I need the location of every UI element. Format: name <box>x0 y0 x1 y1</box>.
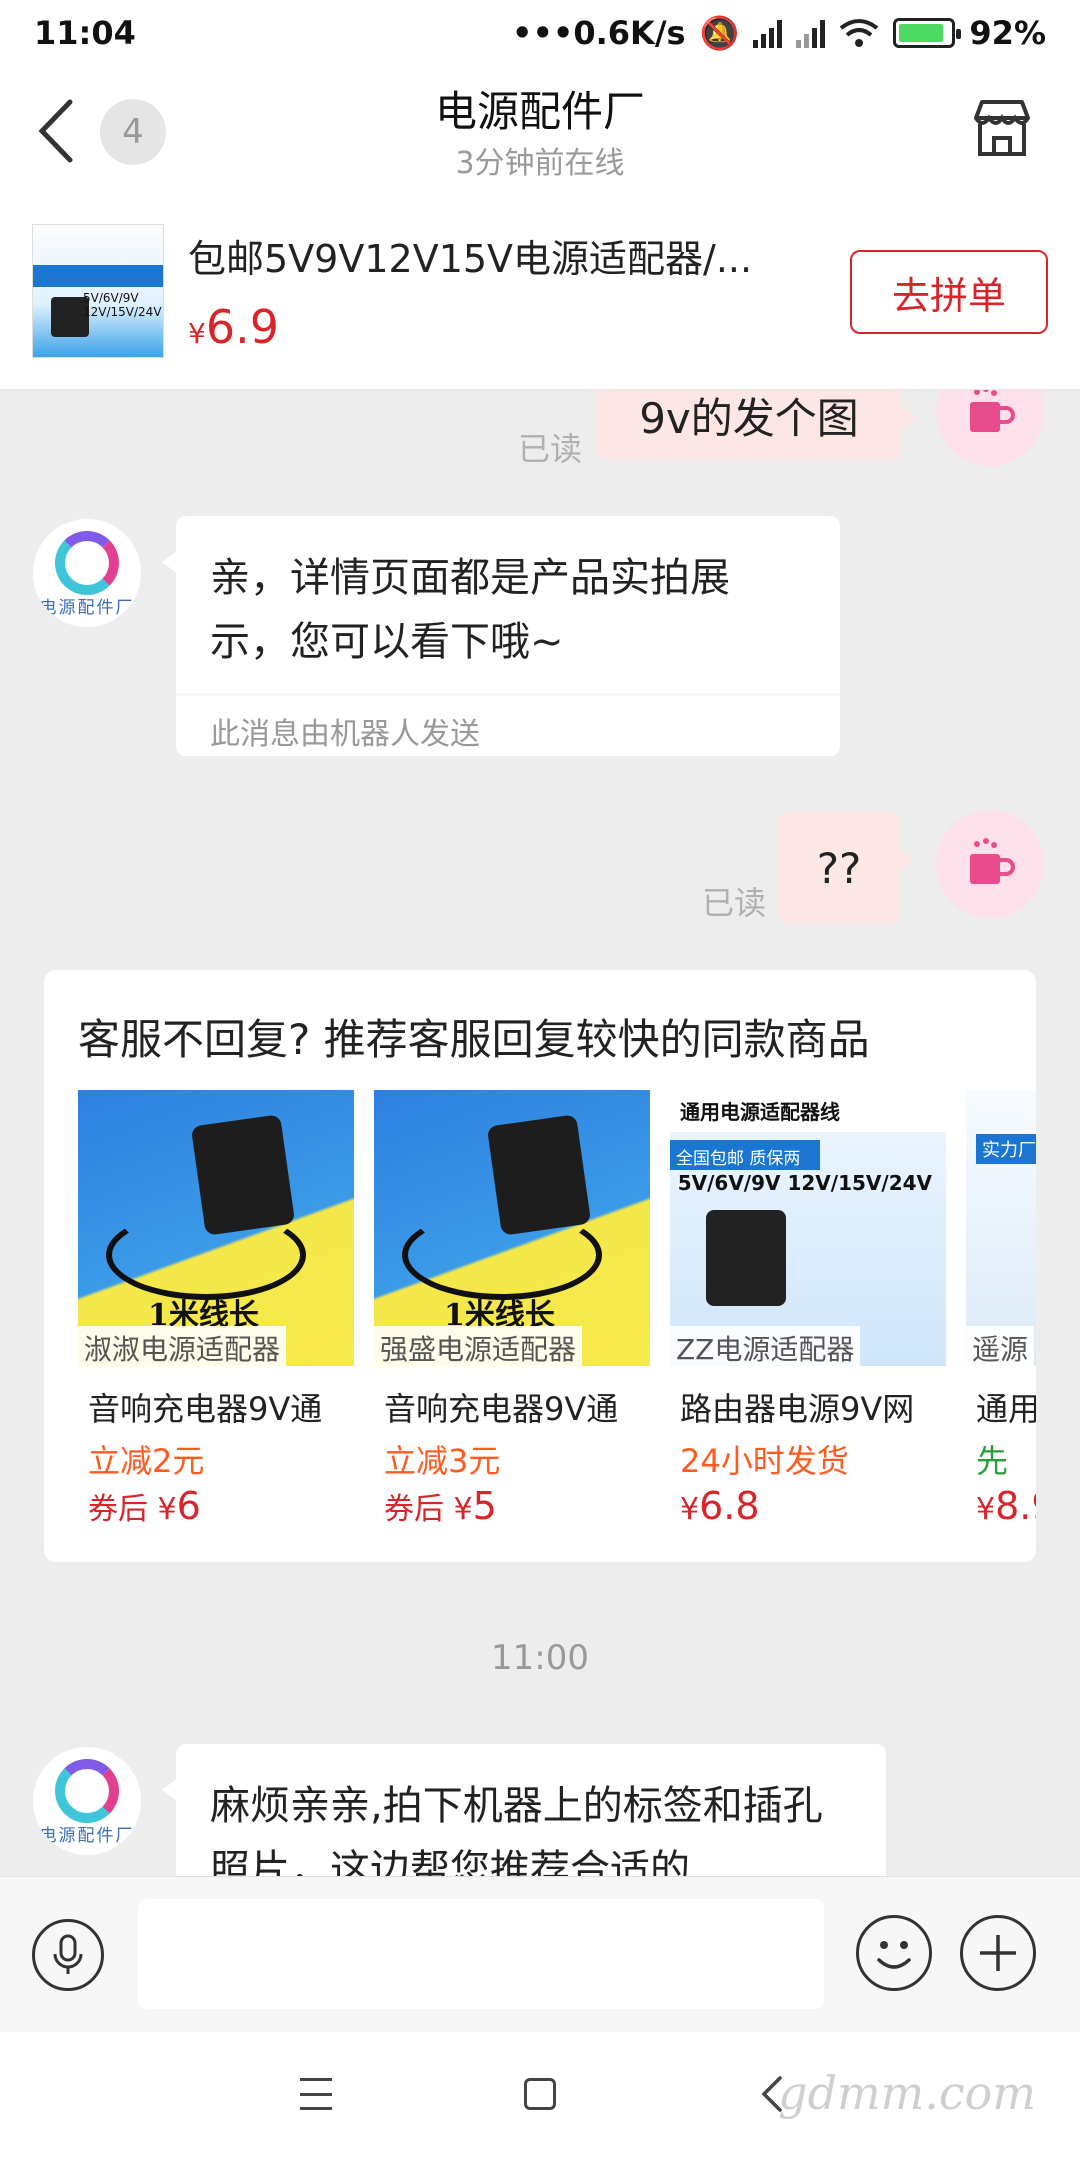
more-button[interactable] <box>960 1915 1036 1991</box>
network-speed: •••0.6K/s <box>511 14 686 52</box>
promo-label: 立减3元 <box>384 1442 501 1480</box>
my-message-bubble[interactable]: 9v的发个图 <box>596 390 916 460</box>
message-timestamp: 11:00 <box>491 1638 589 1678</box>
microphone-icon <box>53 1934 83 1974</box>
message-input[interactable] <box>138 1899 824 2009</box>
store-name: 强盛电源适配器 <box>374 1326 583 1366</box>
signal-icon-2 <box>796 18 826 48</box>
store-name: 遥源 <box>966 1326 1035 1366</box>
battery-icon <box>893 18 962 48</box>
promo-label: 先 <box>976 1442 1009 1480</box>
product-name: 音响充电器9V通 <box>88 1390 323 1428</box>
chat-header: 4 电源配件厂 3分钟前在线 <box>0 66 1080 196</box>
product-price: ¥8.9 <box>976 1484 1036 1528</box>
my-message-bubble[interactable]: ?? <box>778 812 914 924</box>
product-card[interactable]: 5V/6V/9V 12V/15V/24V 包邮5V9V12V15V电源适配器/.… <box>0 196 1080 390</box>
recommended-product[interactable]: 通用电源适配器线 全国包邮 质保两年 5V/6V/9V 12V/15V/24V … <box>670 1090 946 1528</box>
robot-note: 此消息由机器人发送 <box>176 694 840 767</box>
chat-area[interactable]: 已读 9v的发个图 电源配件厂 亲，详情页面都是产品实拍展示，您可以看下哦~ 此… <box>0 390 1080 1876</box>
message-text: 麻烦亲亲,拍下机器上的标签和插孔照片，这边帮您推荐合适的 <box>210 1783 823 1876</box>
signal-icon <box>753 18 783 48</box>
status-time: 11:04 <box>34 14 136 52</box>
read-status: 已读 <box>702 884 767 922</box>
store-name: 淑淑电源适配器 <box>78 1326 287 1366</box>
product-name: 音响充电器9V通 <box>384 1390 619 1428</box>
recommendation-title: 客服不回复? 推荐客服回复较快的同款商品 <box>78 1015 870 1064</box>
product-price: ¥6.9 <box>188 300 279 354</box>
shop-message-bubble[interactable]: 亲，详情页面都是产品实拍展示，您可以看下哦~ 此消息由机器人发送 <box>162 516 840 756</box>
shop-message-bubble[interactable]: 麻烦亲亲,拍下机器上的标签和插孔照片，这边帮您推荐合适的 <box>162 1744 886 1876</box>
shop-avatar[interactable]: 电源配件厂 <box>32 518 142 628</box>
plus-icon <box>980 1935 1016 1971</box>
store-icon[interactable] <box>968 94 1036 162</box>
product-image[interactable]: 实力厂 遥源 <box>966 1090 1036 1366</box>
promo-label: 立减2元 <box>88 1442 205 1480</box>
message-text: 亲，详情页面都是产品实拍展示，您可以看下哦~ <box>210 555 730 665</box>
recommended-product[interactable]: 1米线长 强盛电源适配器 音响充电器9V通 立减3元 券后 ¥5 <box>374 1090 650 1528</box>
group-buy-button[interactable]: 去拼单 <box>850 250 1048 334</box>
product-price: 券后 ¥6 <box>88 1484 201 1528</box>
cup-icon <box>970 390 1015 432</box>
status-bar: 11:04 •••0.6K/s 🔕 92% <box>0 0 1080 66</box>
cup-icon <box>970 838 1015 884</box>
recommendation-card: 客服不回复? 推荐客服回复较快的同款商品 1米线长 淑淑电源适配器 音响充电器9… <box>44 970 1036 1562</box>
recommended-product[interactable]: 1米线长 淑淑电源适配器 音响充电器9V通 立减2元 券后 ¥6 <box>78 1090 354 1528</box>
my-avatar[interactable] <box>936 390 1044 466</box>
recommended-product[interactable]: 实力厂 遥源 通用 先 ¥8.9 <box>966 1090 1036 1528</box>
battery-level: 92% <box>969 14 1046 52</box>
product-price: 券后 ¥5 <box>384 1484 497 1528</box>
my-avatar[interactable] <box>936 810 1044 918</box>
product-name: 路由器电源9V网 <box>680 1390 915 1428</box>
watermark: gdmm.com <box>778 2066 1036 2120</box>
product-image[interactable]: 1米线长 淑淑电源适配器 <box>78 1090 354 1366</box>
input-bar <box>0 1876 1080 2032</box>
menu-icon[interactable] <box>300 2078 332 2110</box>
product-image[interactable]: 通用电源适配器线 全国包邮 质保两年 5V/6V/9V 12V/15V/24V … <box>670 1090 946 1366</box>
emoji-button[interactable] <box>856 1915 932 1991</box>
product-name: 通用 <box>976 1390 1036 1428</box>
store-name: ZZ电源适配器 <box>670 1326 861 1366</box>
product-title[interactable]: 包邮5V9V12V15V电源适配器/... <box>188 228 808 283</box>
wifi-icon <box>840 19 879 47</box>
product-thumbnail[interactable]: 5V/6V/9V 12V/15V/24V <box>32 224 164 358</box>
smiley-icon <box>877 1941 911 1969</box>
home-icon[interactable] <box>524 2078 556 2110</box>
promo-label: 24小时发货 <box>680 1442 849 1480</box>
mute-icon: 🔕 <box>699 14 740 52</box>
status-icons: •••0.6K/s 🔕 92% <box>512 14 1046 52</box>
system-nav-bar: gdmm.com <box>0 2032 1080 2160</box>
logo-icon <box>55 1759 119 1823</box>
product-price: ¥6.8 <box>680 1484 760 1528</box>
read-status: 已读 <box>518 430 583 468</box>
online-status: 3分钟前在线 <box>455 146 625 181</box>
product-image[interactable]: 1米线长 强盛电源适配器 <box>374 1090 650 1366</box>
voice-button[interactable] <box>32 1919 104 1991</box>
shop-name: 电源配件厂 <box>434 87 645 136</box>
logo-icon <box>55 531 119 595</box>
shop-avatar[interactable]: 电源配件厂 <box>32 1746 142 1856</box>
